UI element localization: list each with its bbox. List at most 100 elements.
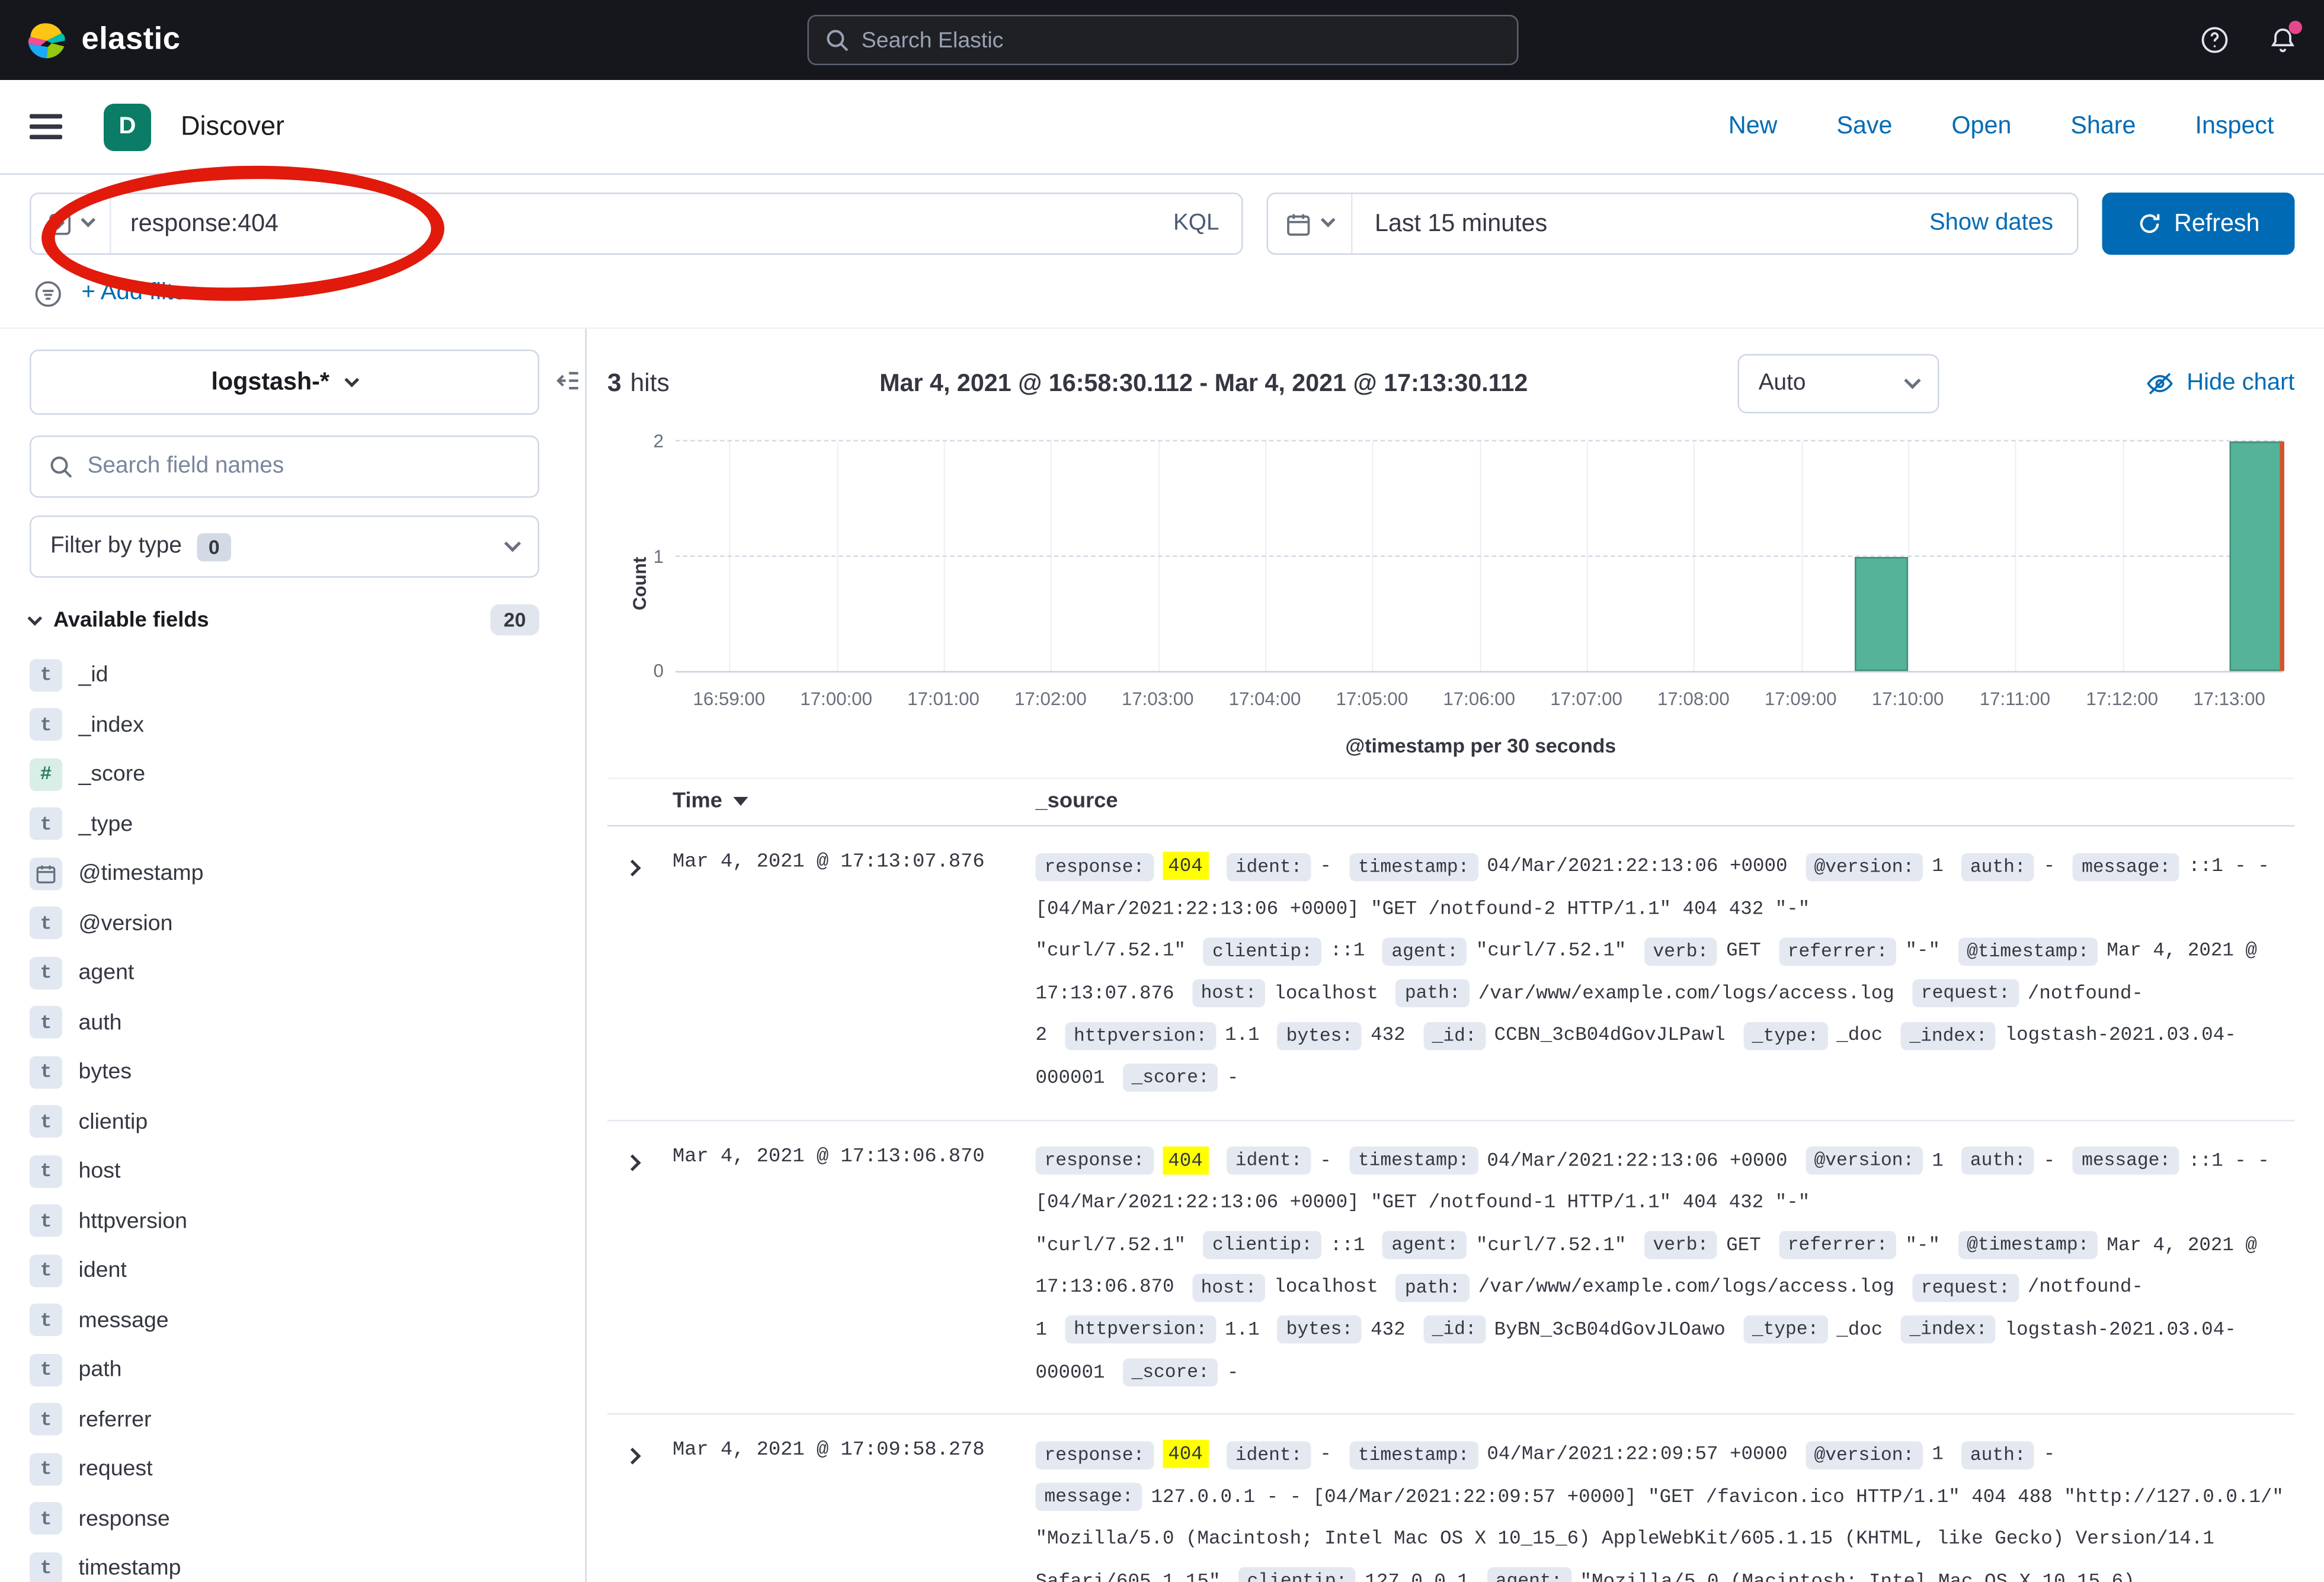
source-field-badge: referrer: bbox=[1779, 937, 1897, 966]
doc-timestamp: Mar 4, 2021 @ 17:09:58.278 bbox=[673, 1434, 1036, 1582]
field-name: ident bbox=[79, 1258, 127, 1283]
field-item-referrer[interactable]: treferrer bbox=[30, 1395, 539, 1445]
date-picker-menu-button[interactable] bbox=[1268, 194, 1353, 254]
field-item-agent[interactable]: tagent bbox=[30, 948, 539, 998]
chevron-down-icon bbox=[504, 534, 521, 551]
refresh-button[interactable]: Refresh bbox=[2102, 193, 2295, 255]
string-field-icon: t bbox=[30, 1056, 62, 1088]
expand-row-button[interactable] bbox=[607, 1434, 673, 1582]
eye-slash-icon bbox=[2147, 370, 2173, 397]
interval-select[interactable]: Auto bbox=[1738, 354, 1939, 414]
source-field-badge: response: bbox=[1036, 1147, 1154, 1175]
source-field-badge: _type: bbox=[1743, 1316, 1828, 1344]
field-item-_id[interactable]: t_id bbox=[30, 651, 539, 700]
expand-row-button[interactable] bbox=[607, 1140, 673, 1394]
index-pattern-select[interactable]: logstash-* bbox=[30, 350, 539, 415]
y-tick-label: 1 bbox=[634, 546, 664, 566]
help-icon[interactable] bbox=[2200, 25, 2230, 55]
calendar-icon bbox=[30, 857, 62, 890]
field-item-httpversion[interactable]: thttpversion bbox=[30, 1196, 539, 1246]
vertical-gridline bbox=[1586, 441, 1588, 671]
field-item-response[interactable]: tresponse bbox=[30, 1494, 539, 1543]
nav-action-save[interactable]: Save bbox=[1836, 113, 1892, 141]
field-item-ident[interactable]: tident bbox=[30, 1246, 539, 1296]
kql-language-button[interactable]: KQL bbox=[1173, 210, 1241, 237]
nav-action-share[interactable]: Share bbox=[2070, 113, 2136, 141]
nav-action-inspect[interactable]: Inspect bbox=[2195, 113, 2274, 141]
field-item-path[interactable]: tpath bbox=[30, 1345, 539, 1395]
field-item-_score[interactable]: #_score bbox=[30, 750, 539, 799]
source-field-badge: _id: bbox=[1423, 1022, 1486, 1051]
field-name: referrer bbox=[79, 1407, 152, 1432]
x-tick-label: 17:10:00 bbox=[1872, 689, 1944, 710]
time-column-header[interactable]: Time bbox=[673, 790, 1036, 814]
source-field-badge: timestamp: bbox=[1349, 1147, 1478, 1175]
collapse-sidebar-button[interactable] bbox=[554, 367, 581, 399]
field-item-@timestamp[interactable]: @timestamp bbox=[30, 849, 539, 899]
filter-options-icon[interactable] bbox=[34, 279, 63, 308]
field-search-input[interactable] bbox=[88, 453, 520, 480]
source-value: - bbox=[1227, 1360, 1239, 1383]
available-fields-toggle[interactable]: Available fields 20 bbox=[30, 604, 539, 636]
field-item-_type[interactable]: t_type bbox=[30, 799, 539, 849]
histogram-bar[interactable] bbox=[2229, 441, 2283, 671]
global-search[interactable] bbox=[806, 15, 1518, 65]
field-item-timestamp[interactable]: ttimestamp bbox=[30, 1543, 539, 1582]
source-value: 1 bbox=[1932, 1443, 1944, 1465]
horizontal-gridline bbox=[676, 440, 2283, 442]
field-item-bytes[interactable]: tbytes bbox=[30, 1048, 539, 1097]
field-item-host[interactable]: thost bbox=[30, 1147, 539, 1196]
hits-number: 3 bbox=[607, 369, 622, 398]
elastic-logo-icon[interactable] bbox=[27, 20, 67, 60]
source-value: 04/Mar/2021:22:13:06 +0000 bbox=[1487, 1149, 1787, 1171]
documents-table: Time _source Mar 4, 2021 @ 17:13:07.876r… bbox=[607, 778, 2295, 1582]
expand-row-button[interactable] bbox=[607, 846, 673, 1100]
x-tick-label: 17:00:00 bbox=[800, 689, 872, 710]
vertical-gridline bbox=[943, 441, 945, 671]
hits-label: hits bbox=[630, 369, 670, 398]
doc-source: response:404ident:-timestamp:04/Mar/2021… bbox=[1036, 1140, 2295, 1394]
x-tick-label: 17:06:00 bbox=[1443, 689, 1515, 710]
expand-column-header bbox=[607, 790, 673, 814]
add-filter-button[interactable]: + Add filter bbox=[82, 280, 194, 307]
field-item-message[interactable]: tmessage bbox=[30, 1295, 539, 1345]
source-value: /var/www/example.com/logs/access.log bbox=[1478, 1276, 1894, 1298]
saved-query-menu-button[interactable] bbox=[31, 194, 111, 254]
field-item-@version[interactable]: t@version bbox=[30, 898, 539, 948]
field-item-request[interactable]: trequest bbox=[30, 1445, 539, 1494]
field-item-auth[interactable]: tauth bbox=[30, 998, 539, 1048]
doc-timestamp: Mar 4, 2021 @ 17:13:06.870 bbox=[673, 1140, 1036, 1394]
nav-action-new[interactable]: New bbox=[1728, 113, 1778, 141]
query-input[interactable]: response:404 bbox=[111, 210, 279, 238]
header-actions bbox=[1518, 25, 2297, 55]
string-field-icon: t bbox=[30, 1453, 62, 1485]
x-tick-label: 17:03:00 bbox=[1122, 689, 1194, 710]
string-field-icon: t bbox=[30, 1552, 62, 1582]
y-tick-label: 2 bbox=[634, 431, 664, 452]
nav-action-open[interactable]: Open bbox=[1951, 113, 2011, 141]
hide-chart-button[interactable]: Hide chart bbox=[2147, 370, 2295, 397]
field-item-clientip[interactable]: tclientip bbox=[30, 1097, 539, 1147]
show-dates-button[interactable]: Show dates bbox=[1929, 210, 2077, 237]
filter-by-type-button[interactable]: Filter by type 0 bbox=[30, 515, 539, 578]
chart-time-range: Mar 4, 2021 @ 16:58:30.112 - Mar 4, 2021… bbox=[670, 370, 1738, 398]
source-value: ::1 bbox=[1330, 939, 1365, 962]
histogram-bar[interactable] bbox=[1854, 556, 1907, 671]
field-item-_index[interactable]: t_index bbox=[30, 700, 539, 750]
vertical-gridline bbox=[1479, 441, 1481, 671]
notifications-icon[interactable] bbox=[2268, 25, 2298, 55]
refresh-label: Refresh bbox=[2174, 210, 2259, 238]
source-value: 432 bbox=[1371, 1024, 1406, 1046]
string-field-icon: t bbox=[30, 907, 62, 940]
source-field-badge: _index: bbox=[1900, 1316, 1996, 1344]
current-time-marker bbox=[2280, 441, 2284, 671]
menu-button[interactable] bbox=[27, 102, 65, 152]
fields-sidebar: logstash-* Filter by type 0 Available fi… bbox=[0, 329, 587, 1582]
vertical-gridline bbox=[1372, 441, 1374, 671]
global-search-input[interactable] bbox=[862, 27, 1500, 53]
source-field-badge: ident: bbox=[1227, 1441, 1311, 1469]
x-tick-label: 17:11:00 bbox=[1980, 689, 2050, 710]
time-range-value[interactable]: Last 15 minutes bbox=[1353, 210, 1548, 238]
vertical-gridline bbox=[1265, 441, 1267, 671]
source-field-badge: referrer: bbox=[1779, 1231, 1897, 1260]
